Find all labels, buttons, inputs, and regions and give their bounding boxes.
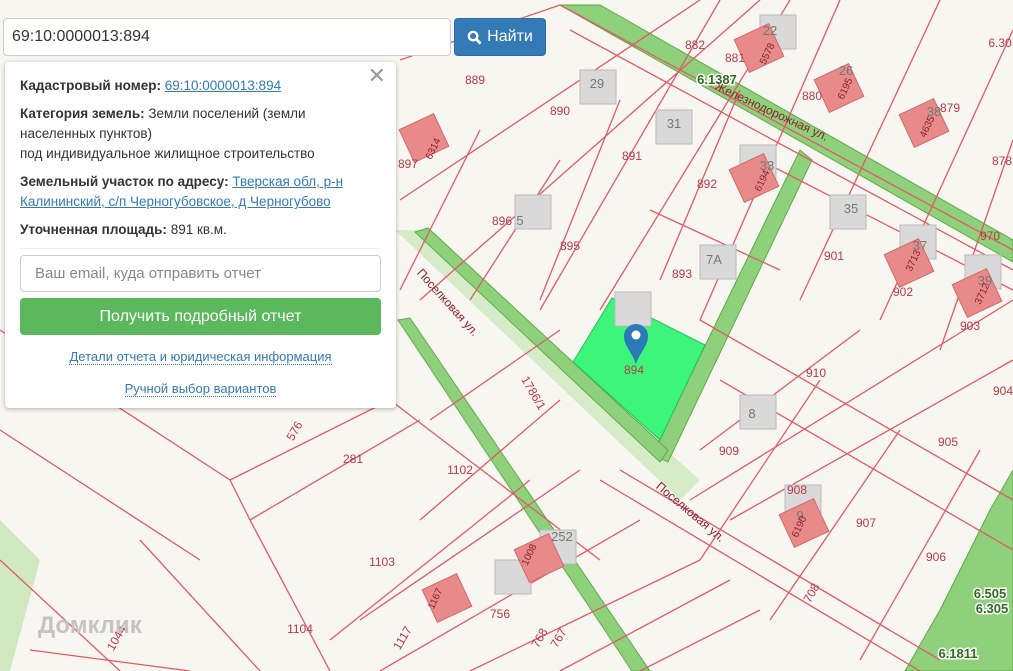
parcel-number: 910 <box>806 366 826 380</box>
search-icon <box>467 30 482 45</box>
parcel-boundary <box>469 159 561 301</box>
parcel-number: 882 <box>685 38 705 52</box>
parcel-number: 281 <box>343 452 363 466</box>
search-input[interactable] <box>3 18 451 56</box>
parcel-boundary <box>249 419 421 521</box>
building-number: 7A <box>706 252 722 267</box>
zone-label: 6.505 <box>974 586 1007 601</box>
parcel-number: 907 <box>856 516 876 530</box>
land-category-label: Категория земель: <box>20 106 145 121</box>
manual-selection-link[interactable]: Ручной выбор вариантов <box>124 381 277 397</box>
parcel-number: 895 <box>560 239 580 253</box>
parcel-number: 901 <box>824 249 844 263</box>
building-number: 22 <box>763 23 777 38</box>
parcel-number: 970 <box>980 229 1000 243</box>
area-label: Уточненная площадь: <box>20 222 167 237</box>
parcel-boundary <box>419 399 561 521</box>
building <box>739 394 777 430</box>
parcel-boundary <box>229 479 251 521</box>
parcel-number: 903 <box>960 319 980 333</box>
watermark: Домклик <box>38 612 142 639</box>
address-link[interactable]: Тверская обл, р-н <box>232 174 343 189</box>
parcel-number: 1117 <box>390 623 415 652</box>
parcel-number: 756 <box>490 607 510 621</box>
parcel-number: 902 <box>893 285 913 299</box>
parcel-number: 881 <box>725 51 745 65</box>
parcel-number: 1104 <box>287 622 313 636</box>
parcel-boundary <box>599 479 921 671</box>
parcel-boundary <box>29 649 191 671</box>
land-category-value-2: населенных пунктов) <box>20 126 153 141</box>
parcel-number: 889 <box>465 73 485 87</box>
close-icon[interactable]: ✕ <box>368 65 386 87</box>
address-label: Земельный участок по адресу: <box>20 174 229 189</box>
parcel-number: 896 <box>492 214 512 228</box>
parcel-boundary <box>249 519 331 671</box>
search-button-label: Найти <box>487 28 533 45</box>
report-details-link[interactable]: Детали отчета и юридическая информация <box>69 349 332 365</box>
parcel-number: 891 <box>622 149 642 163</box>
cadastral-number-link[interactable]: 69:10:0000013:894 <box>165 78 281 93</box>
parcel-number: 897 <box>398 157 418 171</box>
parcel-number: 880 <box>802 89 822 103</box>
building-number: 35 <box>844 201 858 216</box>
land-category-value: Земли поселений (земли <box>148 106 306 121</box>
building-number: 29 <box>590 76 604 91</box>
parcel-boundary <box>0 429 201 561</box>
zone-label: 6.1811 <box>938 646 977 661</box>
search-button[interactable]: Найти <box>454 18 546 56</box>
parcel-number: 908 <box>787 483 807 497</box>
parcel-boundary <box>729 359 1013 521</box>
address-link-2[interactable]: Калининский, с/п Черногубовское, д Черно… <box>20 194 331 209</box>
building-number: 252 <box>551 529 573 544</box>
get-report-button[interactable]: Получить подробный отчет <box>20 298 381 335</box>
building <box>614 291 652 327</box>
parcel-number: 893 <box>672 267 692 281</box>
parcel-number: 878 <box>992 154 1012 168</box>
parcel-boundary <box>229 399 391 481</box>
building-number: 31 <box>667 116 681 131</box>
parcel-number: 904 <box>993 384 1013 398</box>
parcel-number: 890 <box>550 104 570 118</box>
parcel-boundary <box>699 329 861 451</box>
email-input[interactable] <box>20 255 381 292</box>
divider <box>20 248 381 249</box>
building-number: 26 <box>839 63 853 78</box>
parcel-number: 576 <box>283 419 305 444</box>
parcel-number: 905 <box>938 435 958 449</box>
parcel-boundary <box>539 99 621 301</box>
parcel-number: 892 <box>697 177 717 191</box>
parcel-number: 894 <box>624 363 644 377</box>
building-number: 5 <box>516 213 523 228</box>
zone-label: 6.305 <box>976 601 1009 616</box>
cadastral-number-label: Кадастровый номер: <box>20 78 161 93</box>
parcel-number: 1102 <box>447 463 473 477</box>
parcel-number: 906 <box>926 550 946 564</box>
parcel-number: 6.30 <box>988 36 1012 50</box>
parcel-number: 767 <box>547 626 569 651</box>
parcel-number: 1103 <box>369 555 395 569</box>
parcel-info-panel: ✕ Кадастровый номер: 69:10:0000013:894 К… <box>5 62 396 408</box>
building-number: 8 <box>748 406 755 421</box>
land-use-value: под индивидуальное жилищное строительств… <box>20 146 315 161</box>
parcel-number: 768 <box>528 626 550 651</box>
parcel-number: 909 <box>719 444 739 458</box>
area-value: 891 кв.м. <box>170 222 227 237</box>
parcel-number: 1786/1 <box>518 374 549 413</box>
parcel-number: 879 <box>940 101 960 115</box>
